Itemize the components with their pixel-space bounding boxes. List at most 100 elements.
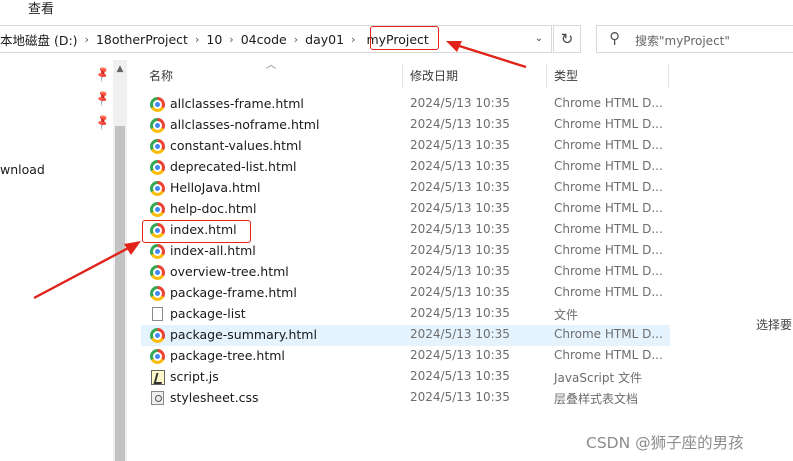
file-type: Chrome HTML D... — [554, 285, 663, 299]
file-row[interactable]: constant-values.html 2024/5/13 10:35 Chrom… — [141, 136, 670, 157]
file-row[interactable]: package-frame.html 2024/5/13 10:35 Chrome … — [141, 283, 670, 304]
javascript-file-icon — [151, 370, 165, 385]
file-name[interactable]: package-list — [170, 306, 246, 321]
chrome-icon — [150, 160, 165, 175]
file-modified-date: 2024/5/13 10:35 — [410, 117, 510, 131]
menu-strip: 查看 — [0, 0, 793, 18]
highlight-box-index-html — [142, 220, 251, 243]
file-modified-date: 2024/5/13 10:35 — [410, 138, 510, 152]
file-row[interactable]: package-list 2024/5/13 10:35 文件 — [141, 304, 670, 325]
breadcrumb-18otherproject[interactable]: 18otherProject — [96, 32, 188, 47]
file-type: JavaScript 文件 — [554, 371, 642, 385]
scrollbar-thumb[interactable] — [115, 126, 125, 461]
breadcrumb-10[interactable]: 10 — [206, 32, 222, 47]
file-modified-date: 2024/5/13 10:35 — [410, 201, 510, 215]
chrome-icon — [150, 181, 165, 196]
refresh-button[interactable]: ↻ — [553, 25, 581, 53]
css-file-icon — [151, 391, 164, 405]
file-modified-date: 2024/5/13 10:35 — [410, 390, 510, 404]
file-type: 层叠样式表文档 — [554, 392, 639, 406]
navigation-scrollbar[interactable]: ▲ — [113, 60, 127, 461]
file-row[interactable]: allclasses-frame.html 2024/5/13 10:35 Chro… — [141, 94, 670, 115]
file-modified-date: 2024/5/13 10:35 — [410, 306, 510, 320]
column-header-date[interactable]: 修改日期 — [410, 67, 458, 84]
refresh-icon: ↻ — [560, 30, 574, 48]
search-placeholder: 搜索"myProject" — [635, 34, 730, 48]
column-divider[interactable] — [402, 64, 403, 88]
file-row[interactable]: help-doc.html 2024/5/13 10:35 Chrome HTML … — [141, 199, 670, 220]
file-name[interactable]: stylesheet.css — [170, 390, 259, 405]
file-modified-date: 2024/5/13 10:35 — [410, 264, 510, 278]
file-row[interactable]: script.js 2024/5/13 10:35 JavaScript 文件 — [141, 367, 670, 388]
file-row[interactable]: stylesheet.css 2024/5/13 10:35 层叠样式表文档 — [141, 388, 670, 409]
chrome-icon — [150, 265, 165, 280]
file-name[interactable]: HelloJava.html — [170, 180, 261, 195]
search-icon: ⚲ — [609, 29, 620, 47]
file-name[interactable]: script.js — [170, 369, 219, 384]
pin-icon[interactable]: 📌 — [94, 113, 113, 132]
file-name[interactable]: help-doc.html — [170, 201, 256, 216]
chrome-icon — [150, 349, 165, 364]
chevron-right-icon[interactable]: › — [188, 33, 206, 46]
file-modified-date: 2024/5/13 10:35 — [410, 96, 510, 110]
chrome-icon — [150, 97, 165, 112]
file-type: Chrome HTML D... — [554, 159, 663, 173]
file-row[interactable]: allclasses-noframe.html 2024/5/13 10:35 Ch… — [141, 115, 670, 136]
file-type: Chrome HTML D... — [554, 264, 663, 278]
file-row[interactable]: package-summary.html 2024/5/13 10:35 Chrom… — [141, 325, 670, 346]
breadcrumb: 本地磁盘 (D:) › 18otherProject › 10 › 04code… — [0, 26, 433, 52]
column-divider[interactable] — [546, 64, 547, 88]
breadcrumb-drive[interactable]: 本地磁盘 (D:) — [0, 30, 78, 49]
chrome-icon — [150, 118, 165, 133]
search-input[interactable]: ⚲ 搜索"myProject" — [596, 25, 793, 53]
file-name[interactable]: index-all.html — [170, 243, 256, 258]
file-type: Chrome HTML D... — [554, 180, 663, 194]
watermark: CSDN @狮子座的男孩 — [586, 434, 744, 452]
column-header-name[interactable]: 名称 — [149, 67, 173, 84]
file-name[interactable]: deprecated-list.html — [170, 159, 297, 174]
file-type: Chrome HTML D... — [554, 138, 663, 152]
breadcrumb-day01[interactable]: day01 — [305, 32, 344, 47]
pin-icon[interactable]: 📌 — [94, 89, 113, 108]
file-name[interactable]: overview-tree.html — [170, 264, 289, 279]
nav-item-downloads[interactable]: wnload — [0, 162, 45, 177]
chrome-icon — [150, 139, 165, 154]
file-name[interactable]: constant-values.html — [170, 138, 302, 153]
file-row[interactable]: index-all.html 2024/5/13 10:35 Chrome HTML… — [141, 241, 670, 262]
chrome-icon — [150, 202, 165, 217]
file-type: Chrome HTML D... — [554, 201, 663, 215]
file-modified-date: 2024/5/13 10:35 — [410, 159, 510, 173]
chrome-icon — [150, 286, 165, 301]
chevron-right-icon[interactable]: › — [344, 33, 362, 46]
chevron-right-icon[interactable]: › — [78, 33, 96, 46]
file-type: Chrome HTML D... — [554, 327, 663, 341]
file-type: 文件 — [554, 308, 579, 322]
address-bar[interactable]: 本地磁盘 (D:) › 18otherProject › 10 › 04code… — [0, 25, 552, 53]
column-header-row: ︿ 名称 修改日期 类型 — [0, 60, 793, 92]
chrome-icon — [150, 328, 165, 343]
column-divider[interactable] — [668, 64, 669, 88]
view-menu[interactable]: 查看 — [28, 0, 54, 17]
file-name[interactable]: allclasses-noframe.html — [170, 117, 319, 132]
chrome-icon — [150, 244, 165, 259]
column-header-type[interactable]: 类型 — [554, 67, 578, 84]
file-row[interactable]: deprecated-list.html 2024/5/13 10:35 Chrom… — [141, 157, 670, 178]
chevron-right-icon[interactable]: › — [222, 33, 240, 46]
file-row[interactable]: overview-tree.html 2024/5/13 10:35 Chrome … — [141, 262, 670, 283]
file-type: Chrome HTML D... — [554, 96, 663, 110]
file-list: allclasses-frame.html 2024/5/13 10:35 Chro… — [141, 94, 670, 409]
breadcrumb-04code[interactable]: 04code — [241, 32, 287, 47]
file-name[interactable]: package-frame.html — [170, 285, 297, 300]
file-modified-date: 2024/5/13 10:35 — [410, 348, 510, 362]
file-row[interactable]: HelloJava.html 2024/5/13 10:35 Chrome HTML… — [141, 178, 670, 199]
highlight-box-myproject — [370, 26, 439, 50]
chevron-down-icon[interactable]: ⌄ — [533, 32, 545, 46]
chevron-right-icon[interactable]: › — [287, 33, 305, 46]
file-type: Chrome HTML D... — [554, 222, 663, 236]
file-modified-date: 2024/5/13 10:35 — [410, 180, 510, 194]
file-name[interactable]: package-tree.html — [170, 348, 285, 363]
file-name[interactable]: allclasses-frame.html — [170, 96, 304, 111]
file-row[interactable]: package-tree.html 2024/5/13 10:35 Chrome H… — [141, 346, 670, 367]
file-name[interactable]: package-summary.html — [170, 327, 317, 342]
file-type: Chrome HTML D... — [554, 348, 663, 362]
